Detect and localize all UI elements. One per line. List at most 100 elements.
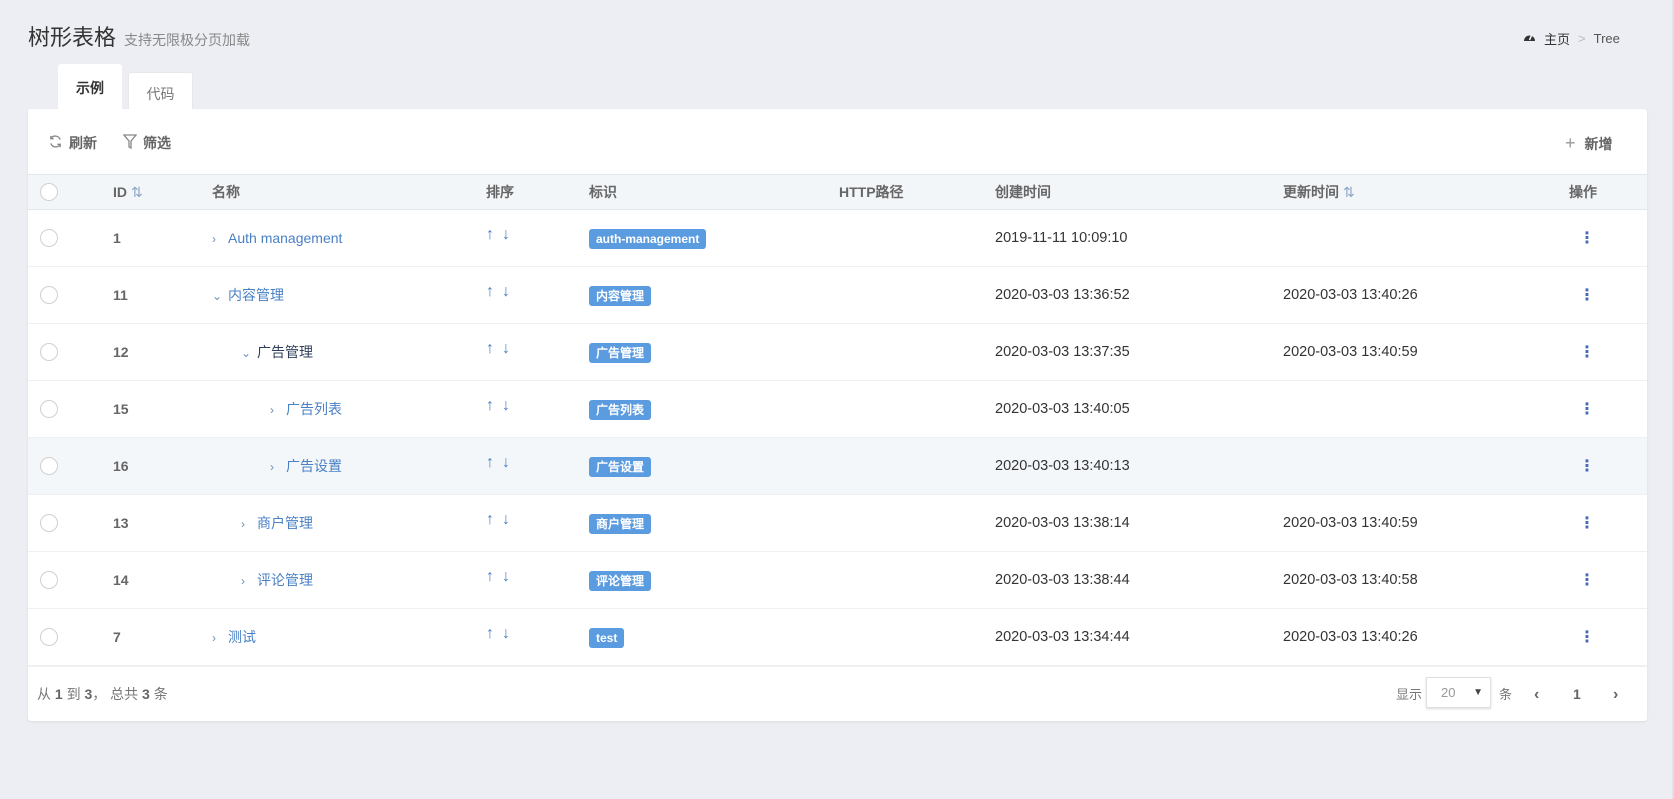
table-row: 13 › 商户管理 ↑ ↓ 商户管理 2020-03-03 13:38:14 2020-03-… <box>28 495 1647 552</box>
more-actions-icon[interactable]: ⋮ <box>1579 495 1595 552</box>
table-row: 1 › Auth management ↑ ↓ auth-management 2019-1… <box>28 210 1647 267</box>
row-name[interactable]: 测试 <box>228 629 256 645</box>
row-checkbox[interactable] <box>40 400 58 418</box>
chevron-right-icon[interactable]: › <box>270 439 286 496</box>
move-down-icon[interactable]: ↓ <box>502 454 510 471</box>
move-down-icon[interactable]: ↓ <box>502 340 510 357</box>
row-created-at: 2020-03-03 13:40:13 <box>995 458 1130 474</box>
row-checkbox[interactable] <box>40 571 58 589</box>
refresh-button[interactable]: 刷新 <box>48 133 97 153</box>
row-name[interactable]: Auth management <box>228 230 342 246</box>
per-page-label: 显示 <box>1396 687 1423 702</box>
slug-badge: 评论管理 <box>589 571 652 592</box>
row-checkbox[interactable] <box>40 229 58 247</box>
column-id-label: ID <box>113 184 127 200</box>
row-slug-cell: auth-management <box>589 210 707 267</box>
row-name[interactable]: 广告列表 <box>286 401 342 417</box>
more-actions-icon[interactable]: ⋮ <box>1579 381 1595 438</box>
table-row: 12 ⌄ 广告管理 ↑ ↓ 广告管理 2020-03-03 13:37:35 2020-03-… <box>28 324 1647 381</box>
sort-icon[interactable]: ⇅ <box>1343 184 1355 200</box>
breadcrumb-home[interactable]: 主页 <box>1544 29 1570 48</box>
add-button[interactable]: + 新增 <box>1565 133 1613 154</box>
row-updated-at: 2020-03-03 13:40:26 <box>1283 287 1418 303</box>
more-actions-icon[interactable]: ⋮ <box>1579 609 1595 666</box>
move-down-icon[interactable]: ↓ <box>502 283 510 300</box>
chevron-right-icon[interactable]: › <box>241 553 257 610</box>
move-up-icon[interactable]: ↑ <box>486 226 494 243</box>
per-page-value: 20 <box>1441 685 1456 700</box>
column-updated-at[interactable]: 更新时间 ⇅ <box>1283 175 1355 210</box>
summary-text: ， 总共 <box>92 686 139 702</box>
row-slug-cell: 广告管理 <box>589 324 652 381</box>
move-up-icon[interactable]: ↑ <box>486 454 494 471</box>
more-actions-icon[interactable]: ⋮ <box>1579 210 1595 267</box>
move-down-icon[interactable]: ↓ <box>502 397 510 414</box>
more-actions-icon[interactable]: ⋮ <box>1579 267 1595 324</box>
summary-total: 3 <box>142 686 150 702</box>
more-actions-icon[interactable]: ⋮ <box>1579 324 1595 381</box>
row-updated-at: 2020-03-03 13:40:58 <box>1283 572 1418 588</box>
more-actions-icon[interactable]: ⋮ <box>1579 552 1595 609</box>
slug-badge: 广告列表 <box>589 400 652 421</box>
column-created-at: 创建时间 <box>995 184 1051 200</box>
column-id[interactable]: ID ⇅ <box>113 175 143 210</box>
column-order: 排序 <box>486 184 514 200</box>
table-header: ID ⇅ 名称 排序 标识 HTTP路径 创建时间 更新时间 ⇅ 操作 <box>28 174 1647 210</box>
column-name: 名称 <box>212 184 240 200</box>
select-all-checkbox[interactable] <box>40 183 58 201</box>
row-name-cell: › 评论管理 <box>241 552 313 609</box>
row-name[interactable]: 广告设置 <box>286 458 342 474</box>
row-checkbox[interactable] <box>40 286 58 304</box>
chevron-right-icon[interactable]: › <box>241 496 257 553</box>
chevron-right-icon[interactable]: › <box>270 382 286 439</box>
sort-icon[interactable]: ⇅ <box>131 184 143 200</box>
row-name[interactable]: 评论管理 <box>257 572 313 588</box>
row-checkbox[interactable] <box>40 343 58 361</box>
chevron-right-icon[interactable]: › <box>212 610 228 667</box>
row-order: ↑ ↓ <box>486 491 518 548</box>
slug-badge: 内容管理 <box>589 286 652 307</box>
row-created-at: 2020-03-03 13:37:35 <box>995 344 1130 360</box>
row-name[interactable]: 商户管理 <box>257 515 313 531</box>
move-down-icon[interactable]: ↓ <box>502 568 510 585</box>
row-id: 7 <box>113 629 121 645</box>
row-slug-cell: 评论管理 <box>589 552 652 609</box>
row-checkbox[interactable] <box>40 514 58 532</box>
row-name[interactable]: 内容管理 <box>228 287 284 303</box>
move-down-icon[interactable]: ↓ <box>502 226 510 243</box>
table-row: 16 › 广告设置 ↑ ↓ 广告设置 2020-03-03 13:40:13 ⋮ <box>28 438 1647 495</box>
move-up-icon[interactable]: ↑ <box>486 397 494 414</box>
row-order: ↑ ↓ <box>486 548 518 605</box>
move-down-icon[interactable]: ↓ <box>502 625 510 642</box>
move-down-icon[interactable]: ↓ <box>502 511 510 528</box>
prev-page-button[interactable]: ‹ <box>1534 667 1539 722</box>
refresh-icon <box>48 134 63 152</box>
row-created-at: 2019-11-11 10:09:10 <box>995 230 1128 246</box>
row-created-at: 2020-03-03 13:36:52 <box>995 287 1130 303</box>
row-name-cell: › 广告设置 <box>270 438 342 495</box>
per-page-select[interactable]: 20 ▼ <box>1426 677 1491 708</box>
move-up-icon[interactable]: ↑ <box>486 283 494 300</box>
row-name[interactable]: 广告管理 <box>257 344 313 360</box>
chevron-down-icon[interactable]: ⌄ <box>212 268 228 325</box>
row-updated-at: 2020-03-03 13:40:59 <box>1283 344 1418 360</box>
chevron-right-icon[interactable]: › <box>212 211 228 268</box>
page-1-button[interactable]: 1 <box>1573 667 1581 722</box>
tab-example[interactable]: 示例 <box>58 64 122 112</box>
more-actions-icon[interactable]: ⋮ <box>1579 438 1595 495</box>
filter-button[interactable]: 筛选 <box>122 133 171 153</box>
move-up-icon[interactable]: ↑ <box>486 340 494 357</box>
move-up-icon[interactable]: ↑ <box>486 625 494 642</box>
row-checkbox[interactable] <box>40 457 58 475</box>
column-updated-at-label: 更新时间 <box>1283 184 1339 200</box>
row-order: ↑ ↓ <box>486 377 518 434</box>
row-slug-cell: 广告列表 <box>589 381 652 438</box>
move-up-icon[interactable]: ↑ <box>486 568 494 585</box>
move-up-icon[interactable]: ↑ <box>486 511 494 528</box>
row-checkbox[interactable] <box>40 628 58 646</box>
pagination-summary: 从 1 到 3， 总共 3 条 <box>37 667 168 722</box>
chevron-down-icon[interactable]: ⌄ <box>241 325 257 382</box>
breadcrumb-separator: > <box>1578 31 1586 46</box>
slug-badge: 商户管理 <box>589 514 652 535</box>
next-page-button[interactable]: › <box>1613 667 1618 722</box>
